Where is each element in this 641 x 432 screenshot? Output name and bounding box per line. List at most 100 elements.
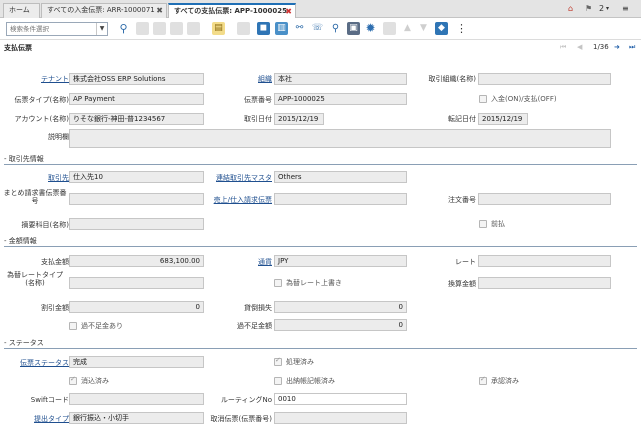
trxdate-field[interactable]: 2015/12/19	[274, 113, 324, 125]
tab-payment[interactable]: すべての支払伝票: APP-1000025 ✖	[168, 3, 296, 19]
status-divider	[4, 348, 637, 349]
new-icon	[136, 22, 149, 35]
overunder-label: 過不足金あり	[81, 322, 123, 330]
rate-field[interactable]	[478, 255, 611, 267]
first-record-icon: ⏮	[560, 43, 567, 51]
tab-bar: ホーム すべての入金伝票: ARR-1000071 ✖ すべての支払伝票: AP…	[0, 0, 641, 19]
status-section-title[interactable]: - ステータス	[4, 338, 44, 348]
bp-label[interactable]: 取引先	[48, 174, 69, 182]
close-icon[interactable]: ✖	[156, 4, 163, 17]
docstatus-label[interactable]: 伝票ステータス	[20, 359, 69, 367]
order-label: 注文番号	[448, 196, 476, 204]
swift-label: Swiftコード	[30, 396, 69, 404]
workflow-icon	[383, 22, 396, 35]
docno-label: 伝票番号	[244, 96, 272, 104]
desc-label: 説明欄	[48, 133, 69, 141]
override-label: 為替レート上書き	[286, 279, 342, 287]
page-title: 支払伝票	[4, 44, 32, 52]
prepay-checkbox[interactable]	[479, 220, 487, 228]
bp-field[interactable]: 仕入先10	[69, 171, 204, 183]
record-counter: 1/36	[593, 43, 609, 51]
tender-label[interactable]: 提出タイプ	[34, 415, 69, 423]
amount-section-title[interactable]: - 金額情報	[4, 236, 37, 246]
acctdate-field[interactable]: 2015/12/19	[478, 113, 528, 125]
discount-label: 割引金額	[41, 304, 69, 312]
tab-receipt-label: すべての入金伝票: ARR-1000071	[47, 6, 155, 14]
tenant-label[interactable]: テナント	[41, 75, 69, 83]
partner-divider	[4, 164, 637, 165]
tab-home-label: ホーム	[9, 6, 30, 14]
settings-icon[interactable]: ✹	[364, 22, 377, 35]
attach-icon[interactable]: ▥	[275, 22, 288, 35]
prev-record-icon: ◀	[577, 43, 583, 51]
home-icon[interactable]: ⌂	[568, 3, 573, 15]
search-input[interactable]	[6, 22, 108, 36]
processed-checkbox	[274, 356, 282, 366]
invoice-label[interactable]: 売上/仕入請求伝票	[214, 196, 272, 204]
receipt-label: 入金(ON)/支払(OFF)	[491, 95, 557, 103]
chevron-down-icon[interactable]: ▾	[606, 3, 609, 15]
override-checkbox[interactable]	[274, 279, 282, 287]
next-record-icon[interactable]: ➜	[614, 43, 620, 51]
zoom-icon[interactable]: ☏	[311, 22, 324, 35]
print-icon[interactable]: ▣	[347, 22, 360, 35]
bpmaster-field[interactable]: Others	[274, 171, 407, 183]
docno-field[interactable]: APP-1000025	[274, 93, 407, 105]
find-icon[interactable]: ◼	[257, 22, 270, 35]
prepay-label: 前払	[491, 220, 505, 228]
overunder-checkbox[interactable]	[69, 322, 77, 330]
reversal-field[interactable]	[274, 412, 407, 424]
ratetype-label: 為替レートタイプ(名称)	[7, 271, 63, 287]
tab-home[interactable]: ホーム	[3, 3, 40, 18]
discount-field[interactable]: 0	[69, 301, 204, 313]
routing-field[interactable]: 0010	[274, 393, 407, 405]
invoice-field[interactable]	[274, 193, 407, 205]
processed-label: 処理済み	[286, 358, 314, 366]
pay-amount-field[interactable]: 683,100.00	[69, 255, 204, 267]
under-field[interactable]: 0	[274, 319, 407, 331]
docstatus-field[interactable]: 完成	[69, 356, 204, 368]
currency-label[interactable]: 通貨	[258, 258, 272, 266]
org-label[interactable]: 組織	[258, 75, 272, 83]
org-field[interactable]: 本社	[274, 73, 407, 85]
last-record-icon[interactable]: ⏭	[629, 43, 635, 52]
menu-icon[interactable]: ≡	[622, 3, 629, 15]
batch-label: まとめ請求書伝票番号	[3, 189, 67, 205]
reversal-label: 取消伝票(伝票番号)	[210, 415, 272, 423]
star-icon[interactable]: ⚑	[585, 3, 592, 15]
tender-field[interactable]: 銀行振込・小切手	[69, 412, 204, 424]
chevron-down-icon[interactable]: ▼	[96, 23, 107, 35]
report-icon[interactable]: ⚲	[329, 22, 342, 35]
chat-icon[interactable]: ⚯	[293, 22, 306, 35]
charge-label: 摘要科目(名称)	[21, 221, 69, 229]
search-icon[interactable]: ⚲	[117, 22, 130, 35]
close-icon[interactable]: ✖	[285, 5, 292, 18]
down-icon: ▼	[417, 22, 430, 35]
account-label: アカウント(名称)	[14, 115, 69, 123]
partner-section-title[interactable]: - 取引先情報	[4, 154, 44, 164]
desc-field[interactable]	[69, 129, 611, 148]
convert-label: 換算金額	[448, 280, 476, 288]
writeoff-field[interactable]: 0	[274, 301, 407, 313]
bpmaster-label[interactable]: 連結取引先マスタ	[216, 174, 272, 182]
account-field[interactable]: りそな銀行-神田-普1234567	[69, 113, 204, 125]
batch-field[interactable]	[69, 193, 204, 205]
swift-field[interactable]	[69, 393, 204, 405]
convert-field[interactable]	[478, 277, 611, 289]
ratetype-field[interactable]	[69, 277, 204, 289]
tab-receipt[interactable]: すべての入金伝票: ARR-1000071 ✖	[41, 3, 167, 18]
doctype-field[interactable]: AP Payment	[69, 93, 204, 105]
more-icon[interactable]: ⋮	[455, 22, 468, 35]
tenant-field[interactable]: 株式会社OSS ERP Solutions	[69, 73, 204, 85]
undo-icon[interactable]: ▤	[212, 22, 225, 35]
rate-label: レート	[455, 258, 476, 266]
currency-field[interactable]: JPY	[274, 255, 407, 267]
charge-field[interactable]	[69, 218, 204, 230]
trx-org-field[interactable]	[478, 73, 611, 85]
reconciled-checkbox	[69, 375, 77, 385]
writeoff-label: 貸倒損失	[244, 304, 272, 312]
tag-icon[interactable]: ◆	[435, 22, 448, 35]
receipt-checkbox[interactable]	[479, 95, 487, 103]
routing-label: ルーティングNo	[220, 396, 272, 404]
order-field[interactable]	[478, 193, 611, 205]
